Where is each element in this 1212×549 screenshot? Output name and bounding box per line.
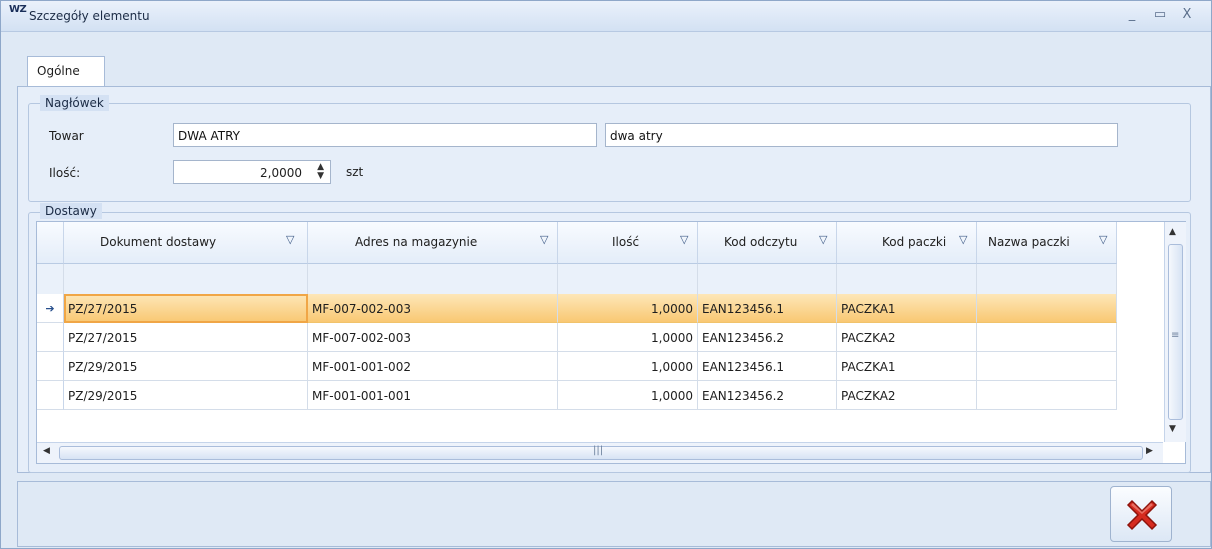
- cell-kod-odczytu[interactable]: EAN123456.1: [698, 294, 837, 323]
- row-indicator: [37, 323, 64, 352]
- vertical-scrollbar[interactable]: ▲ ≡ ▼: [1164, 222, 1186, 442]
- unit-label: szt: [346, 165, 364, 179]
- close-button[interactable]: [1110, 486, 1172, 542]
- title-bar[interactable]: WZ Szczegóły elementu _ ▭ X: [1, 1, 1211, 32]
- minimize-button[interactable]: _: [1123, 7, 1141, 23]
- scroll-right-icon[interactable]: ▶: [1146, 446, 1153, 456]
- filter-icon[interactable]: ▽: [540, 233, 548, 246]
- cell-kod-odczytu[interactable]: EAN123456.2: [698, 381, 837, 410]
- header-group: [28, 103, 1191, 202]
- cell-nazwa-paczki[interactable]: [977, 352, 1117, 381]
- filter-cell[interactable]: [308, 264, 558, 294]
- filter-icon[interactable]: ▽: [959, 233, 967, 246]
- quantity-value: 2,0000: [260, 166, 302, 180]
- cell-ilosc[interactable]: 1,0000: [558, 323, 698, 352]
- cell-nazwa-paczki[interactable]: [977, 294, 1117, 323]
- maximize-button[interactable]: ▭: [1151, 7, 1169, 23]
- tab-label: Ogólne: [37, 64, 80, 78]
- close-window-button[interactable]: X: [1178, 7, 1196, 23]
- filter-row-indicator: [37, 264, 64, 294]
- filter-cell[interactable]: [64, 264, 308, 294]
- cell-kod-paczki[interactable]: PACZKA1: [837, 352, 977, 381]
- ilosc-label: Ilość:: [49, 166, 81, 180]
- window-title: Szczegóły elementu: [29, 9, 150, 23]
- horizontal-scrollbar[interactable]: ◀ ||| ▶: [37, 442, 1163, 463]
- filter-cell[interactable]: [977, 264, 1117, 294]
- filter-icon[interactable]: ▽: [1099, 233, 1107, 246]
- row-indicator-arrow-icon: ➔: [37, 294, 64, 323]
- deliveries-grid: Dokument dostawy ▽ Adres na magazynie ▽ …: [36, 221, 1186, 464]
- cell-ilosc[interactable]: 1,0000: [558, 294, 698, 323]
- scroll-left-icon[interactable]: ◀: [43, 446, 50, 456]
- filter-icon[interactable]: ▽: [286, 233, 294, 246]
- spin-arrows-icon[interactable]: ▲ ▼: [317, 163, 324, 181]
- grip-icon: ≡: [1171, 330, 1180, 341]
- filter-cell[interactable]: [837, 264, 977, 294]
- header-group-legend: Nagłówek: [40, 95, 109, 111]
- towar-name-field[interactable]: dwa atry: [605, 123, 1118, 147]
- scroll-up-icon[interactable]: ▲: [1169, 227, 1176, 237]
- cell-kod-odczytu[interactable]: EAN123456.1: [698, 352, 837, 381]
- filter-cell[interactable]: [698, 264, 837, 294]
- cell-ilosc[interactable]: 1,0000: [558, 352, 698, 381]
- filter-icon[interactable]: ▽: [680, 233, 688, 246]
- column-header-label: Kod paczki: [882, 235, 947, 249]
- cell-nazwa-paczki[interactable]: [977, 381, 1117, 410]
- towar-label: Towar: [49, 129, 84, 143]
- column-header-label: Ilość: [612, 235, 640, 249]
- cell-nazwa-paczki[interactable]: [977, 323, 1117, 352]
- cell-kod-paczki[interactable]: PACZKA2: [837, 381, 977, 410]
- filter-icon[interactable]: ▽: [819, 233, 827, 246]
- deliveries-group-legend: Dostawy: [40, 203, 102, 219]
- column-header-dokument[interactable]: Dokument dostawy ▽: [64, 222, 308, 264]
- auto-filter-row[interactable]: [37, 264, 1117, 295]
- app-icon: WZ: [9, 4, 27, 15]
- row-indicator: [37, 381, 64, 410]
- cell-dokument[interactable]: PZ/29/2015: [64, 352, 308, 381]
- cell-adres[interactable]: MF-001-001-001: [308, 381, 558, 410]
- column-header-ilosc[interactable]: Ilość ▽: [558, 222, 698, 264]
- cell-kod-paczki[interactable]: PACZKA2: [837, 323, 977, 352]
- cell-ilosc[interactable]: 1,0000: [558, 381, 698, 410]
- row-indicator: [37, 352, 64, 381]
- quantity-spinner[interactable]: 2,0000 ▲ ▼: [173, 160, 331, 184]
- column-header-label: Adres na magazynie: [355, 235, 478, 249]
- column-header-label: Dokument dostawy: [100, 235, 217, 249]
- scroll-down-icon[interactable]: ▼: [1169, 424, 1176, 434]
- column-header-label: Nazwa paczki: [988, 235, 1070, 249]
- column-header-label: Kod odczytu: [724, 235, 798, 249]
- column-header-kod-odczytu[interactable]: Kod odczytu ▽: [698, 222, 837, 264]
- row-indicator-header: [37, 222, 64, 264]
- cell-dokument[interactable]: PZ/27/2015: [64, 323, 308, 352]
- tab-ogolne[interactable]: Ogólne: [27, 56, 105, 87]
- column-header-adres[interactable]: Adres na magazynie ▽: [308, 222, 558, 264]
- column-header-kod-paczki[interactable]: Kod paczki ▽: [837, 222, 977, 264]
- cell-kod-odczytu[interactable]: EAN123456.2: [698, 323, 837, 352]
- cell-dokument[interactable]: PZ/27/2015: [64, 294, 308, 323]
- cell-adres[interactable]: MF-007-002-003: [308, 294, 558, 323]
- towar-code-field[interactable]: DWA ATRY: [173, 123, 597, 147]
- red-x-icon: [1126, 499, 1158, 531]
- cell-dokument[interactable]: PZ/29/2015: [64, 381, 308, 410]
- filter-cell[interactable]: [558, 264, 698, 294]
- grip-icon: |||: [593, 445, 604, 456]
- footer-panel: [17, 481, 1211, 547]
- cell-adres[interactable]: MF-001-001-002: [308, 352, 558, 381]
- column-header-nazwa-paczki[interactable]: Nazwa paczki ▽: [977, 222, 1117, 264]
- cell-adres[interactable]: MF-007-002-003: [308, 323, 558, 352]
- cell-kod-paczki[interactable]: PACZKA1: [837, 294, 977, 323]
